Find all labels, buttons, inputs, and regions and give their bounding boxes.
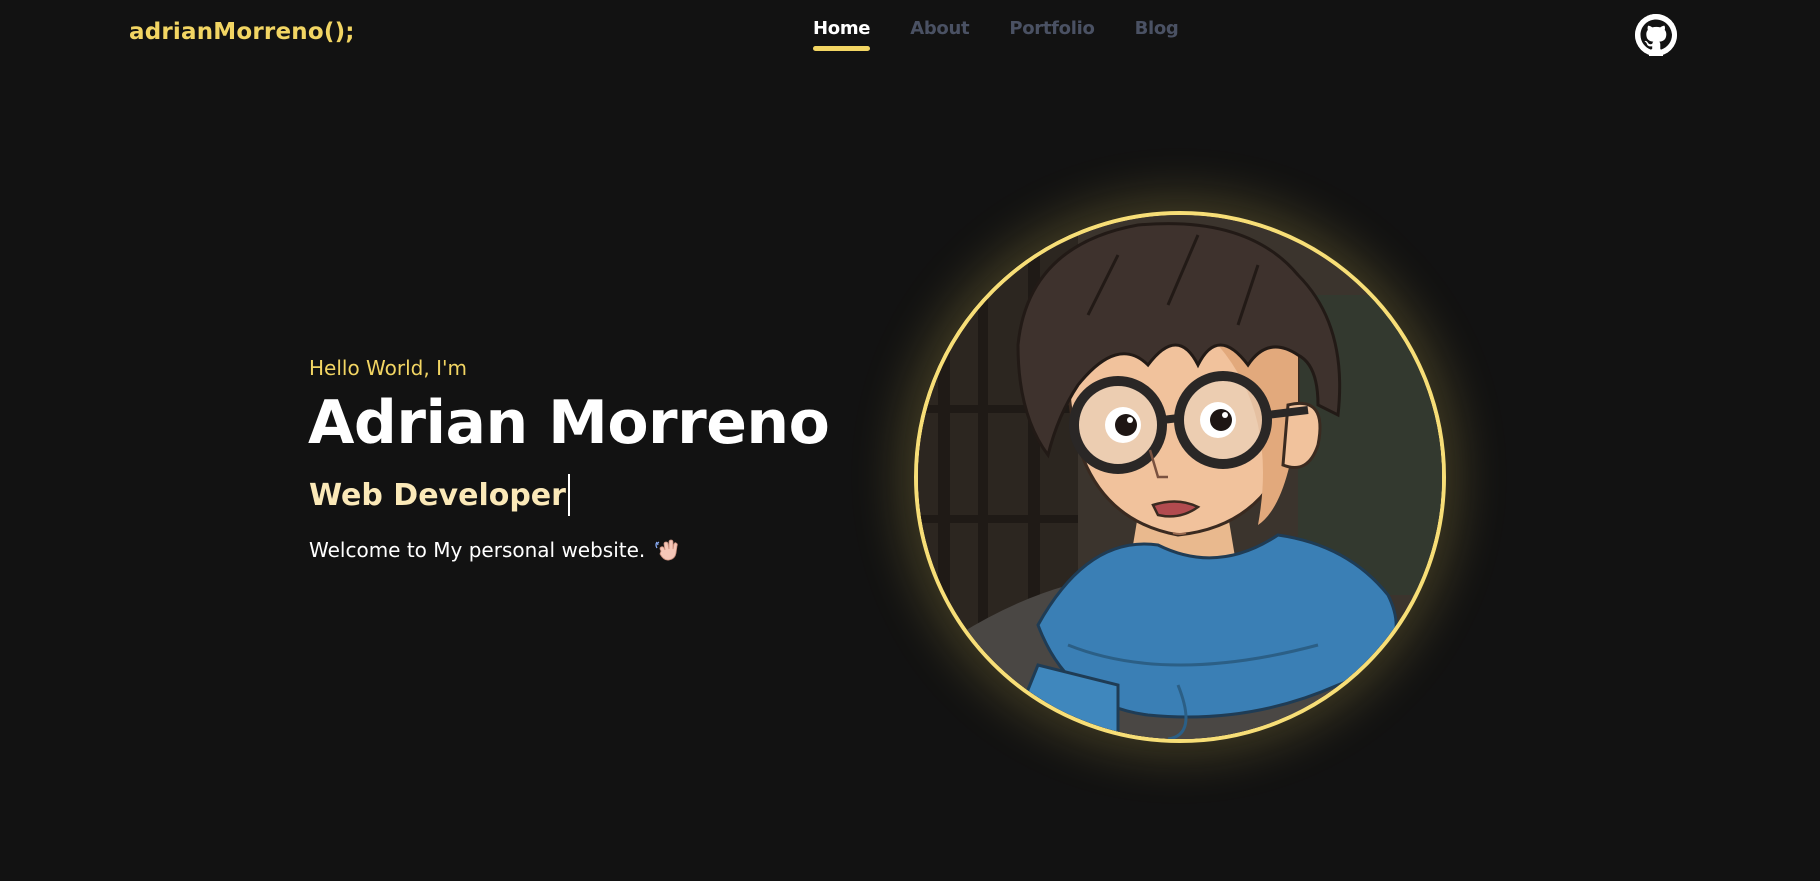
typing-caret [567,474,570,516]
avatar [914,211,1446,743]
hero-greeting: Hello World, I'm [309,356,467,380]
nav-portfolio-label: Portfolio [1009,18,1095,39]
nav-home-label: Home [813,18,871,39]
nav-about-label: About [910,18,970,39]
anime-boy-portrait-icon [918,215,1442,739]
nav-blog-label: Blog [1134,18,1179,39]
waving-hand-icon [655,537,681,563]
hero-welcome: Welcome to My personal website. [309,537,681,563]
hero-name: Adrian Morreno [308,388,830,458]
nav-about[interactable]: About [910,18,969,51]
hero-role-text: Web Developer [309,477,566,513]
nav-blog[interactable]: Blog [1135,18,1179,51]
nav-home[interactable]: Home [813,18,871,51]
hero-role: Web Developer [309,474,570,516]
nav-active-indicator [813,46,871,51]
main-nav: Home About Portfolio Blog [813,18,1179,51]
logo[interactable]: adrianMorreno(); [129,19,355,45]
github-icon[interactable] [1635,14,1677,56]
hero-welcome-text: Welcome to My personal website. [309,538,646,562]
page: adrianMorreno(); Home About Portfolio Bl… [0,0,1820,881]
nav-portfolio[interactable]: Portfolio [1009,18,1095,51]
